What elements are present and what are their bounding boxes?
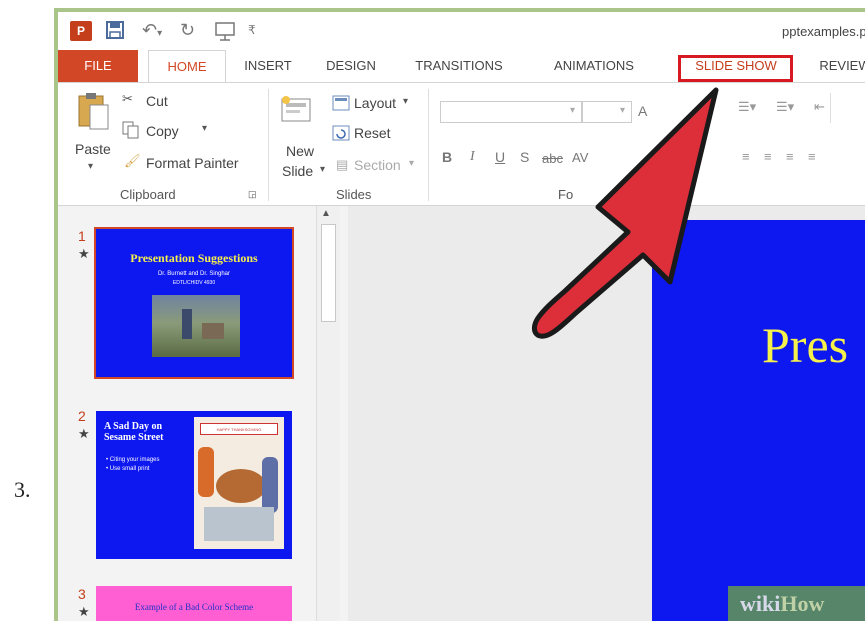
step-number: 3. (14, 477, 31, 502)
wikihow-watermark: wikiHow (728, 586, 865, 621)
powerpoint-window: P ↶▾ ↻ ₹ pptexamples.p FILE HOME INSERT … (54, 8, 865, 621)
pointer-arrow-icon (532, 87, 719, 339)
